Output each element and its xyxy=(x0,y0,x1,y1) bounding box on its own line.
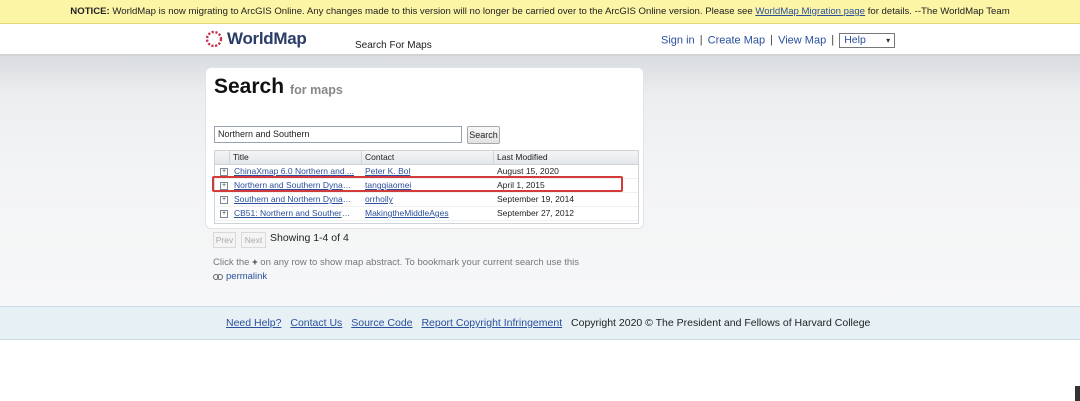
logo-text: WorldMap xyxy=(227,29,307,48)
view-map-link[interactable]: View Map xyxy=(778,34,826,46)
search-button[interactable]: Search xyxy=(467,126,500,144)
prev-page-button[interactable]: Prev xyxy=(213,232,236,248)
page-subtitle: Search For Maps xyxy=(355,40,432,51)
source-code-link[interactable]: Source Code xyxy=(351,317,412,329)
worldmap-logo[interactable]: WorldMap xyxy=(205,28,307,50)
map-title-link[interactable]: CB51: Northern and Southern ... xyxy=(234,207,354,220)
map-title-link[interactable]: Southern and Northern Dynasti... xyxy=(234,193,354,206)
notice-bar: NOTICE: WorldMap is now migrating to Arc… xyxy=(0,0,1080,24)
link-icon xyxy=(213,273,223,280)
contact-us-link[interactable]: Contact Us xyxy=(290,317,342,329)
pager-status: Showing 1-4 of 4 xyxy=(270,232,349,244)
search-panel: Search for maps Northern and Southern Se… xyxy=(205,67,644,229)
nav-separator: | xyxy=(770,34,774,47)
top-nav: Sign in | Create Map | View Map | Help ▾ xyxy=(661,33,896,48)
notice-text: WorldMap is now migrating to ArcGIS Onli… xyxy=(109,6,756,17)
report-infringement-link[interactable]: Report Copyright Infringement xyxy=(421,317,562,329)
worldmap-logo-icon xyxy=(205,30,223,48)
notice-suffix: for details. --The WorldMap Team xyxy=(865,6,1010,17)
permalink-link[interactable]: permalink xyxy=(213,271,267,282)
map-contact-link[interactable]: MakingtheMiddleAges xyxy=(365,207,485,220)
expand-row-icon[interactable]: + xyxy=(220,168,228,176)
hint-pre: Click the xyxy=(213,257,253,268)
need-help-link[interactable]: Need Help? xyxy=(226,317,281,329)
map-last-modified: September 19, 2014 xyxy=(497,194,575,204)
nav-separator: | xyxy=(699,34,703,47)
column-header-last-modified[interactable]: Last Modified xyxy=(493,151,631,164)
nav-separator: | xyxy=(831,34,835,47)
footer-links: Need Help? Contact Us Source Code Report… xyxy=(226,317,870,329)
search-subtitle: for maps xyxy=(290,83,343,97)
table-row[interactable]: + Southern and Northern Dynasti... orrho… xyxy=(215,193,638,207)
sign-in-link[interactable]: Sign in xyxy=(661,34,695,46)
column-header-contact[interactable]: Contact xyxy=(361,151,489,164)
column-header-title[interactable]: Title xyxy=(229,151,357,164)
migration-page-link[interactable]: WorldMap Migration page xyxy=(755,6,865,17)
hint-post: on any row to show map abstract. To book… xyxy=(257,257,580,268)
create-map-link[interactable]: Create Map xyxy=(708,34,765,46)
site-footer: Need Help? Contact Us Source Code Report… xyxy=(0,306,1080,340)
expand-row-icon[interactable]: + xyxy=(220,196,228,204)
site-header: WorldMap Search For Maps Sign in | Creat… xyxy=(0,24,1080,56)
highlight-annotation xyxy=(212,176,623,192)
expand-row-icon[interactable]: + xyxy=(220,210,228,218)
search-input[interactable]: Northern and Southern xyxy=(214,126,462,143)
notice-label: NOTICE: xyxy=(70,6,110,17)
next-page-button[interactable]: Next xyxy=(241,232,266,248)
chevron-down-icon: ▾ xyxy=(886,36,891,45)
scrollbar-thumb[interactable] xyxy=(1075,386,1080,401)
copyright-text: Copyright 2020 © The President and Fello… xyxy=(571,317,871,329)
table-row[interactable]: + CB51: Northern and Southern ... Making… xyxy=(215,207,638,221)
table-header: Title Contact Last Modified xyxy=(215,151,638,165)
search-title: Search xyxy=(214,75,285,98)
map-last-modified: September 27, 2012 xyxy=(497,208,575,218)
permalink-label: permalink xyxy=(226,271,268,282)
hint-text: Click the + on any row to show map abstr… xyxy=(213,257,579,268)
help-dropdown[interactable]: Help ▾ xyxy=(839,33,896,48)
help-dropdown-label: Help xyxy=(844,34,866,46)
map-contact-link[interactable]: orrholly xyxy=(365,193,485,206)
